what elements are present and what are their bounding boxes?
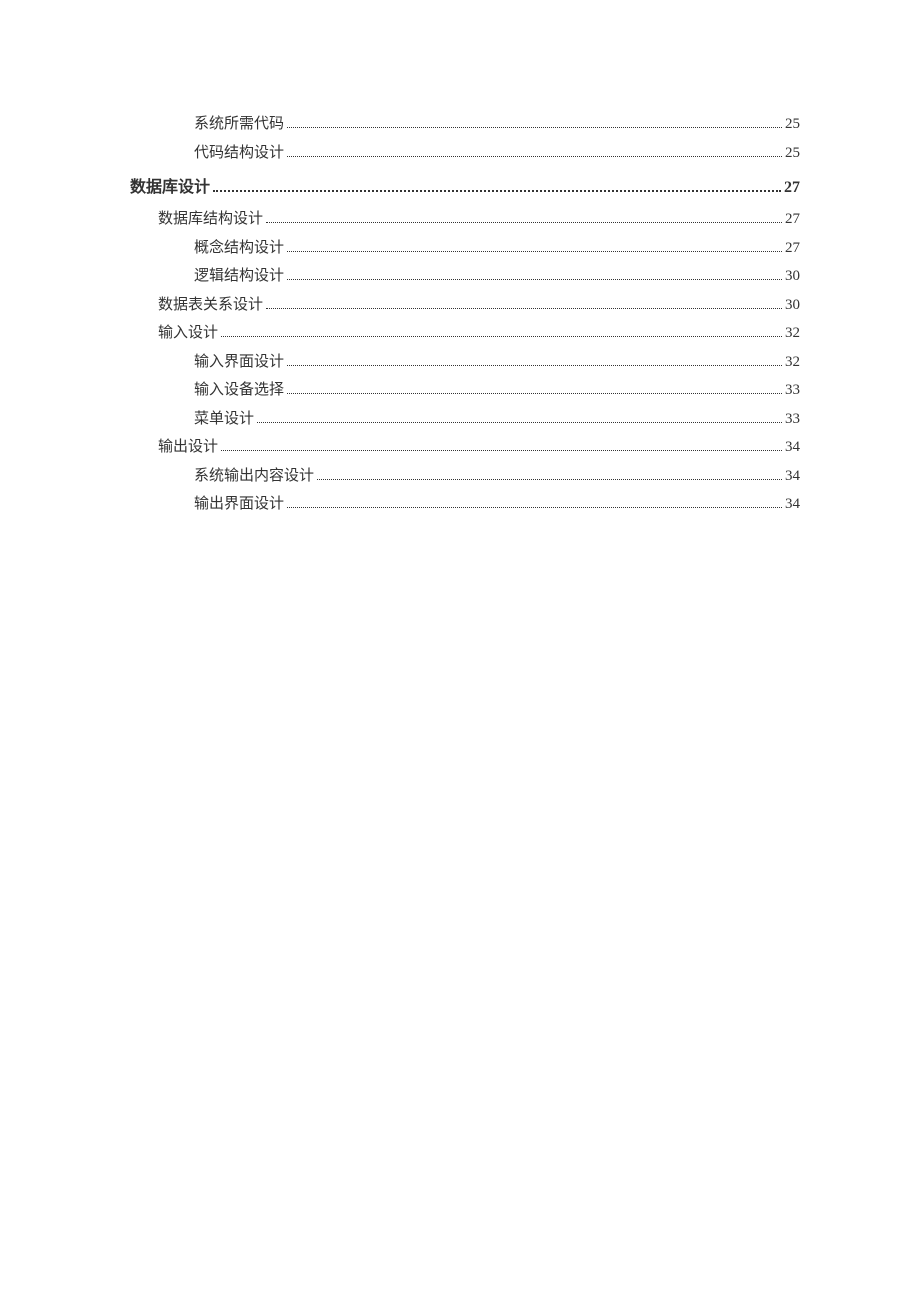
toc-page-number: 27 [785,234,800,263]
toc-page-number: 32 [785,319,800,348]
toc-page-number: 32 [785,348,800,377]
toc-title: 输入界面设计 [194,348,284,377]
toc-page-number: 25 [785,139,800,168]
toc-leader-dots [266,308,782,309]
toc-title: 输出设计 [158,433,218,462]
toc-page-number: 34 [785,462,800,491]
toc-leader-dots [221,336,782,337]
toc-leader-dots [287,251,782,252]
toc-leader-dots [287,127,782,128]
toc-page-number: 34 [785,433,800,462]
toc-leader-dots [213,190,781,192]
toc-page-number: 30 [785,291,800,320]
toc-title: 逻辑结构设计 [194,262,284,291]
toc-title: 系统所需代码 [194,110,284,139]
toc-title: 输入设计 [158,319,218,348]
toc-entry: 输入设计 32 [158,319,800,348]
toc-entry: 输入设备选择 33 [194,376,800,405]
toc-title: 输入设备选择 [194,376,284,405]
toc-entry: 代码结构设计 25 [194,139,800,168]
toc-entry-heading: 数据库设计 27 [130,173,800,203]
toc-title: 系统输出内容设计 [194,462,314,491]
toc-entry: 输出界面设计 34 [194,490,800,519]
toc-page-number: 30 [785,262,800,291]
toc-entry: 系统所需代码 25 [194,110,800,139]
toc-entry: 菜单设计 33 [194,405,800,434]
toc-page-number: 27 [785,205,800,234]
toc-page-number: 33 [785,376,800,405]
table-of-contents: 系统所需代码 25 代码结构设计 25 数据库设计 27 数据库结构设计 27 … [130,110,800,519]
toc-title: 数据库结构设计 [158,205,263,234]
toc-page-number: 33 [785,405,800,434]
toc-entry: 概念结构设计 27 [194,234,800,263]
toc-leader-dots [287,156,782,157]
toc-page-number: 25 [785,110,800,139]
toc-leader-dots [287,365,782,366]
toc-title: 输出界面设计 [194,490,284,519]
toc-leader-dots [287,507,782,508]
toc-page-number: 27 [784,173,800,203]
toc-leader-dots [221,450,782,451]
toc-entry: 系统输出内容设计 34 [194,462,800,491]
toc-title: 代码结构设计 [194,139,284,168]
toc-leader-dots [287,279,782,280]
toc-title: 菜单设计 [194,405,254,434]
toc-leader-dots [257,422,782,423]
toc-page-number: 34 [785,490,800,519]
toc-title: 数据表关系设计 [158,291,263,320]
toc-entry: 输入界面设计 32 [194,348,800,377]
toc-leader-dots [266,222,782,223]
toc-entry: 数据库结构设计 27 [158,205,800,234]
toc-leader-dots [317,479,782,480]
toc-leader-dots [287,393,782,394]
toc-entry: 输出设计 34 [158,433,800,462]
toc-entry: 逻辑结构设计 30 [194,262,800,291]
toc-title: 概念结构设计 [194,234,284,263]
toc-title: 数据库设计 [130,173,210,203]
toc-entry: 数据表关系设计 30 [158,291,800,320]
